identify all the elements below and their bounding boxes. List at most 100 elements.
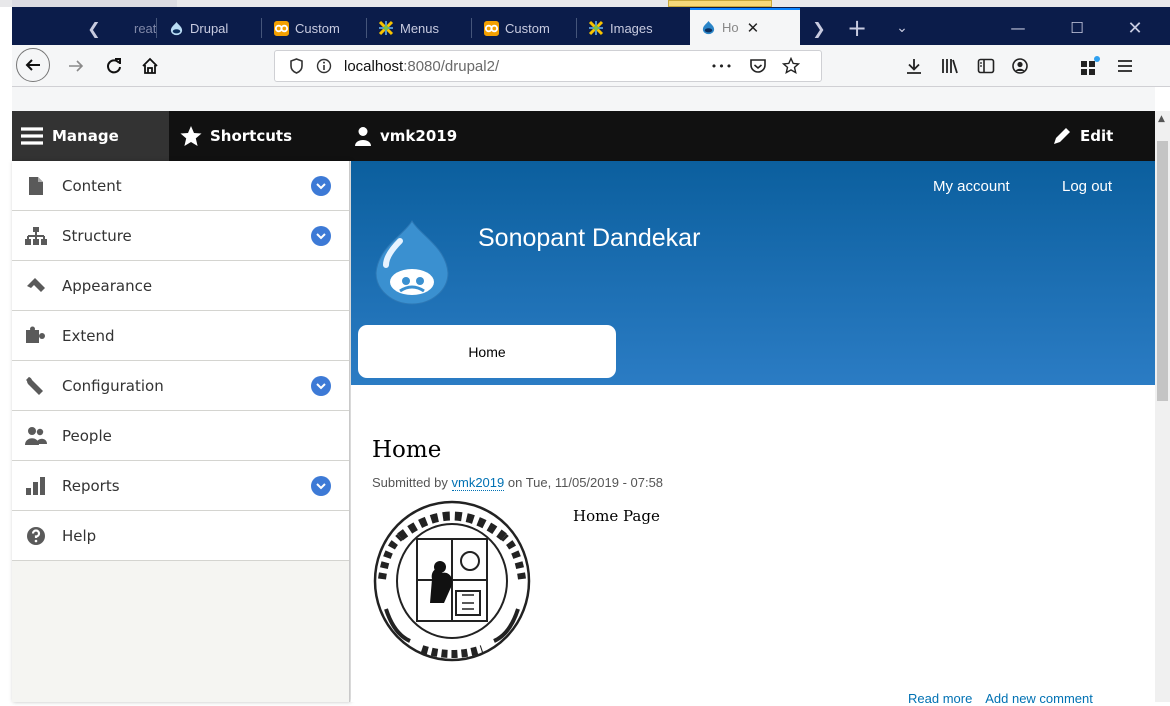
shield-icon[interactable] xyxy=(285,55,307,77)
url-text[interactable]: localhost:8080/drupal2/ xyxy=(344,58,499,75)
new-tab-icon[interactable]: + xyxy=(845,12,869,44)
sidebar-icon xyxy=(977,58,995,74)
scroll-up-icon[interactable]: ▲ xyxy=(1158,114,1165,124)
appearance-icon xyxy=(24,274,48,298)
menu-button[interactable] xyxy=(1109,50,1141,82)
chevron-down-icon[interactable] xyxy=(311,176,331,196)
tray-item-help[interactable]: Help xyxy=(12,511,349,561)
vertical-scrollbar[interactable]: ▲ xyxy=(1155,111,1170,702)
tab-separator xyxy=(576,18,577,38)
edit-label: Edit xyxy=(1080,127,1114,145)
maximize-icon[interactable]: ☐ xyxy=(1054,12,1100,44)
tab-2[interactable]: Drupal xyxy=(158,12,262,44)
tab-active-home[interactable]: Ho ✕ xyxy=(690,8,800,45)
admin-toolbar: Manage Shortcuts vmk2019 Edit xyxy=(12,111,1155,161)
tray-item-configuration[interactable]: Configuration xyxy=(12,361,349,411)
wrench-icon xyxy=(24,374,48,398)
chevron-down-icon[interactable] xyxy=(311,226,331,246)
add-comment-link[interactable]: Add new comment xyxy=(985,691,1093,706)
library-icon xyxy=(942,59,958,74)
tray-item-label: People xyxy=(62,426,112,445)
url-host: localhost xyxy=(344,58,404,75)
log-out-link[interactable]: Log out xyxy=(1062,178,1112,195)
browser-tab-strip: ❮ reate Drupal Custom Menus Custom xyxy=(0,0,1170,45)
my-account-link[interactable]: My account xyxy=(933,178,1010,195)
back-arrow-icon xyxy=(25,59,40,71)
tab-4[interactable]: Menus xyxy=(368,12,472,44)
forward-arrow-icon xyxy=(69,60,84,72)
manage-label: Manage xyxy=(52,127,119,145)
account-button[interactable] xyxy=(1004,50,1036,82)
manage-button[interactable]: Manage xyxy=(12,111,169,161)
minimize-icon[interactable]: — xyxy=(995,12,1041,44)
sidebar-button[interactable] xyxy=(970,50,1002,82)
read-more-link[interactable]: Read more xyxy=(908,691,972,706)
tab-3[interactable]: Custom xyxy=(263,12,367,44)
chevron-down-icon[interactable] xyxy=(311,476,331,496)
reload-button[interactable] xyxy=(98,50,130,82)
close-window-icon[interactable]: ✕ xyxy=(1112,12,1158,44)
tab-6[interactable]: Images xyxy=(578,12,688,44)
node-title[interactable]: Home xyxy=(372,437,441,463)
tray-item-label: Structure xyxy=(62,226,132,245)
tray-item-label: Reports xyxy=(62,476,120,495)
main-nav-home[interactable]: Home xyxy=(358,325,616,378)
address-bar[interactable]: localhost:8080/drupal2/ ••• xyxy=(274,50,822,82)
joomla-x-icon xyxy=(378,20,394,36)
close-tab-icon[interactable]: ✕ xyxy=(747,19,760,37)
tab-list-chevron-icon[interactable]: ⌄ xyxy=(890,12,914,44)
back-button[interactable] xyxy=(16,48,50,82)
drupal-logo-icon[interactable] xyxy=(370,219,454,309)
tab-label: Ho xyxy=(722,20,739,35)
hamburger-menu-icon xyxy=(21,127,43,145)
extensions-button[interactable] xyxy=(1074,50,1106,82)
tab-label: Custom xyxy=(505,20,550,36)
star-icon xyxy=(180,126,202,146)
tab-label: Images xyxy=(610,20,653,36)
submitted-info: Submitted by vmk2019 on Tue, 11/05/2019 … xyxy=(372,475,663,491)
node-links: Read more Add new comment xyxy=(908,691,1103,706)
downloads-button[interactable] xyxy=(898,50,930,82)
tray-item-reports[interactable]: Reports xyxy=(12,461,349,511)
shortcuts-button[interactable]: Shortcuts xyxy=(180,111,292,161)
bookmark-star-icon[interactable] xyxy=(780,55,802,77)
admin-tray: Content Structure Appearance Extend Conf… xyxy=(12,161,350,702)
author-link[interactable]: vmk2019 xyxy=(451,475,505,491)
download-icon xyxy=(907,59,921,74)
extend-icon xyxy=(24,324,48,348)
navigation-toolbar: localhost:8080/drupal2/ ••• xyxy=(12,45,1170,87)
tab-scroll-right-icon[interactable]: ❯ xyxy=(808,12,830,44)
drupal-icon xyxy=(700,20,716,36)
site-name[interactable]: Sonopant Dandekar xyxy=(478,224,700,253)
help-icon xyxy=(24,524,48,548)
forward-button[interactable] xyxy=(60,50,92,82)
site-header: My account Log out Sonopant Dandekar Hom… xyxy=(351,161,1155,385)
tab-label: Menus xyxy=(400,20,440,36)
scrollbar-thumb[interactable] xyxy=(1157,141,1168,401)
tray-item-content[interactable]: Content xyxy=(12,161,349,211)
home-button[interactable] xyxy=(134,50,166,82)
page-actions-icon[interactable]: ••• xyxy=(711,55,733,77)
tray-item-people[interactable]: People xyxy=(12,411,349,461)
joomla-icon xyxy=(273,20,289,36)
chevron-down-icon[interactable] xyxy=(311,376,331,396)
hamburger-menu-icon xyxy=(1118,60,1132,72)
edit-button[interactable]: Edit xyxy=(1052,111,1113,161)
tab-1[interactable]: reate xyxy=(100,12,157,44)
tab-5[interactable]: Custom xyxy=(473,12,577,44)
tray-item-appearance[interactable]: Appearance xyxy=(12,261,349,311)
info-icon[interactable] xyxy=(313,55,335,77)
user-icon xyxy=(355,127,371,146)
tab-strip-top-edge xyxy=(12,0,177,7)
drupal-icon xyxy=(168,20,184,36)
tray-item-extend[interactable]: Extend xyxy=(12,311,349,361)
tray-item-structure[interactable]: Structure xyxy=(12,211,349,261)
tab-label: reate xyxy=(134,20,157,36)
pocket-icon[interactable] xyxy=(747,55,769,77)
node-body: Home Page xyxy=(573,507,660,525)
people-icon xyxy=(24,424,48,448)
user-button[interactable]: vmk2019 xyxy=(354,111,457,161)
joomla-x-icon xyxy=(588,20,604,36)
tray-item-label: Extend xyxy=(62,326,115,345)
library-button[interactable] xyxy=(934,50,966,82)
